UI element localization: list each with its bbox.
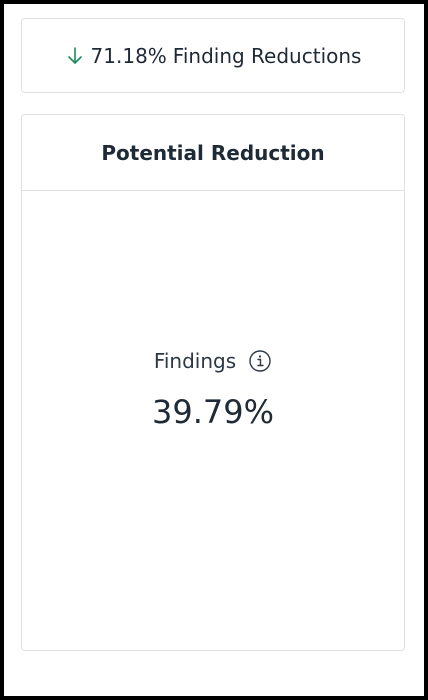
finding-reductions-summary: 71.18% Finding Reductions [21,18,405,93]
panel-title: Potential Reduction [22,115,404,191]
arrow-down-icon [65,46,85,66]
info-icon[interactable] [248,349,272,373]
potential-reduction-panel: Potential Reduction Findings 39.79% [21,114,405,651]
metric-label-row: Findings [22,349,404,373]
findings-label: Findings [153,349,237,373]
findings-value: 39.79% [151,393,274,431]
summary-value: 71.18% [90,43,167,68]
summary-label: Finding Reductions [172,43,362,68]
panel-body: Findings 39.79% [22,191,404,650]
